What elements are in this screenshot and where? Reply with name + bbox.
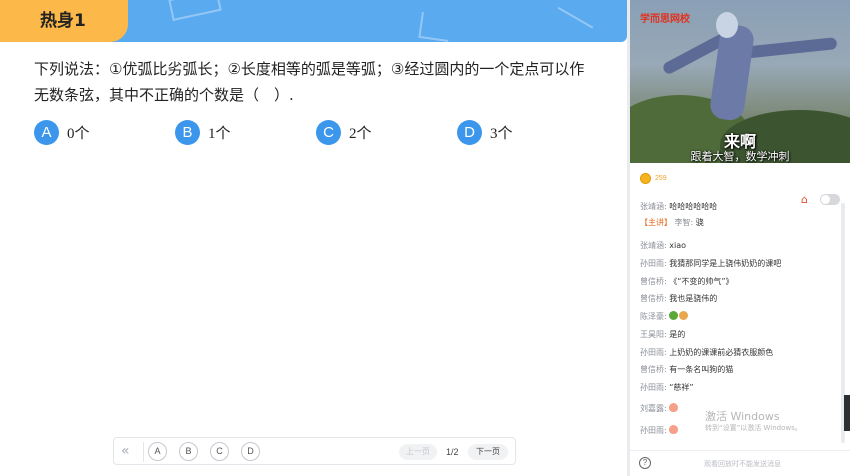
chat-text: 是的 (669, 330, 686, 339)
chat-message: 陈泽豪: (640, 311, 689, 322)
chat-message: 张靖涵: 哈哈哈哈哈哈 (640, 201, 717, 212)
next-page-button[interactable]: 下一页 (468, 444, 508, 460)
windows-activation-title: 激活 Windows (705, 410, 780, 423)
decor-shape (418, 12, 452, 42)
chat-sender: 刘嘉露: (640, 404, 667, 413)
chat-text: “慈祥” (669, 383, 694, 392)
answer-chip-b[interactable]: B (179, 442, 198, 461)
video-subtitle-small: 跟着大智，数学冲刺 (690, 150, 790, 163)
chat-text: 《“不变的帅气”》 (669, 277, 734, 286)
teacher-video[interactable]: 学而思网校 来啊 跟着大智，数学冲刺 (630, 0, 850, 163)
divider (143, 442, 144, 462)
chat-text: xiao (669, 241, 687, 250)
peach-emoji-icon (669, 403, 679, 412)
chat-message: 孙田雨: 上奶奶的课课前必猜衣服颜色 (640, 347, 773, 358)
windows-activation-hint: 转到“设置”以激活 Windows。 (705, 424, 802, 432)
chat-sender: 李智: (674, 218, 694, 227)
option-text: 1个 (208, 126, 231, 142)
peach-emoji-icon (669, 425, 679, 434)
chat-sender: 曾信桥: (640, 365, 667, 374)
double-chevron-left-icon[interactable]: « (121, 442, 137, 460)
chat-sender: 陈泽豪: (640, 312, 667, 321)
chat-sender: 曾信桥: (640, 277, 667, 286)
coin-counter: 259 (640, 172, 667, 184)
page-navigator: « A B C D 上一页 1/2 下一页 (113, 437, 516, 465)
video-figure (716, 12, 738, 38)
chat-sender: 曾信桥: (640, 294, 667, 303)
chat-role-badge: 【主讲】 (640, 218, 672, 227)
decor-shape (557, 0, 603, 29)
chat-message: 曾信桥: 有一条名叫狗的猫 (640, 364, 733, 375)
question-text: 下列说法：①优弧比劣弧长；②长度相等的弧是等弧；③经过圆内的一个定点可以作 无数… (34, 56, 609, 108)
option-text: 2个 (349, 126, 372, 142)
chat-sender: 孙田雨: (640, 383, 667, 392)
chat-message: 孙田雨: “慈祥” (640, 382, 694, 393)
coin-count: 259 (655, 174, 667, 182)
chat-message: 孙田雨: (640, 425, 679, 436)
decor-shape (168, 0, 222, 21)
answer-chip-c[interactable]: C (210, 442, 229, 461)
coin-icon (640, 172, 651, 184)
option-letter: D (457, 120, 482, 145)
page-indicator: 1/2 (446, 447, 459, 457)
video-watermark: 学而思网校 (640, 14, 690, 25)
side-handle[interactable] (844, 395, 850, 431)
option-d[interactable]: D 3个 (457, 120, 513, 145)
lesson-header: 热身1 (0, 0, 627, 42)
app-window: 热身1 下列说法：①优弧比劣弧长；②长度相等的弧是等弧；③经过圆内的一个定点可以… (0, 0, 850, 476)
chat-text: 有一条名叫狗的猫 (669, 365, 734, 374)
info-icon[interactable]: ? (639, 457, 651, 469)
chat-message: 孙田雨: 我猜那同学是上骁伟奶奶的课吧 (640, 258, 781, 269)
chat-sender: 张靖涵: (640, 202, 667, 211)
chat-message: 张靖涵: xiao (640, 240, 686, 251)
chat-panel: 259 ⌂ 张靖涵: 哈哈哈哈哈哈 【主讲】 李智: 骁 张靖涵: xiao 孙… (630, 163, 850, 476)
chat-sender: 王昊阳: (640, 330, 667, 339)
chat-sender: 孙田雨: (640, 426, 667, 435)
option-text: 3个 (490, 126, 513, 142)
option-a[interactable]: A 0个 (34, 120, 90, 145)
answer-chip-a[interactable]: A (148, 442, 167, 461)
home-icon[interactable]: ⌂ (801, 194, 813, 206)
question-line: 无数条弦，其中不正确的个数是（ ）. (34, 86, 294, 104)
chat-text: 骁 (695, 218, 704, 227)
video-figure (741, 37, 838, 59)
chat-sender: 孙田雨: (640, 348, 667, 357)
chat-message: 王昊阳: 是的 (640, 329, 685, 340)
option-b[interactable]: B 1个 (175, 120, 231, 145)
option-text: 0个 (67, 126, 90, 142)
answer-options: A 0个 B 1个 C 2个 D 3个 (34, 120, 614, 146)
option-letter: B (175, 120, 200, 145)
lesson-title: 热身1 (0, 0, 128, 42)
chat-text: 哈哈哈哈哈哈 (669, 202, 718, 211)
chat-message: 【主讲】 李智: 骁 (640, 217, 704, 228)
chat-text: 上奶奶的课课前必猜衣服颜色 (669, 348, 774, 357)
answer-chip-d[interactable]: D (241, 442, 260, 461)
chat-sender: 张靖涵: (640, 241, 667, 250)
chat-sender: 孙田雨: (640, 259, 667, 268)
option-c[interactable]: C 2个 (316, 120, 372, 145)
chat-message: 曾信桥: 《“不变的帅气”》 (640, 276, 734, 287)
option-letter: A (34, 120, 59, 145)
chat-text: 我也是骁伟的 (669, 294, 718, 303)
toggle-knob (821, 195, 830, 204)
chat-toggle[interactable] (820, 194, 840, 205)
chat-message: 曾信桥: 我也是骁伟的 (640, 293, 717, 304)
chat-disabled-notice: 观看回放时不能发送消息 (704, 460, 781, 468)
chat-message: 刘嘉露: (640, 403, 679, 414)
laughing-emoji-icon (679, 311, 689, 320)
question-line: 下列说法：①优弧比劣弧长；②长度相等的弧是等弧；③经过圆内的一个定点可以作 (34, 60, 585, 78)
prev-page-button[interactable]: 上一页 (399, 444, 437, 460)
chat-text: 我猜那同学是上骁伟奶奶的课吧 (669, 259, 782, 268)
chat-footer: ? 观看回放时不能发送消息 (630, 450, 850, 476)
option-letter: C (316, 120, 341, 145)
grinning-emoji-icon (669, 311, 679, 320)
lesson-panel: 热身1 下列说法：①优弧比劣弧长；②长度相等的弧是等弧；③经过圆内的一个定点可以… (0, 0, 627, 476)
